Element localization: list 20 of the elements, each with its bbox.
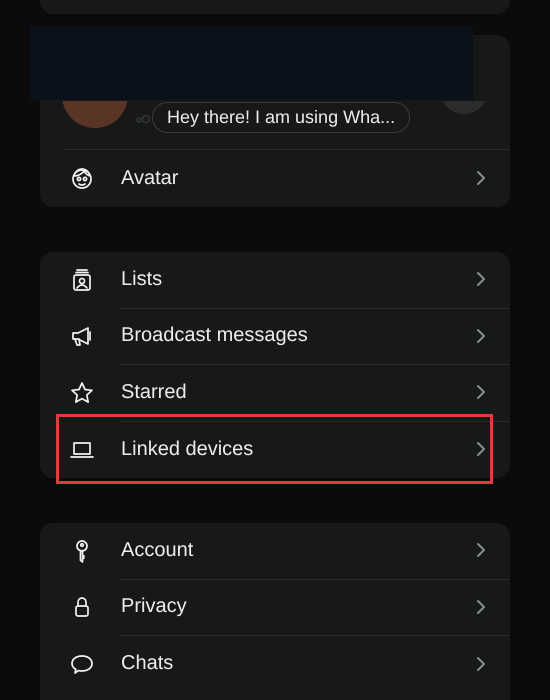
settings-item[interactable]: Linked devices	[121, 421, 510, 478]
settings-item[interactable]: Starred	[121, 364, 510, 422]
chevron-icon	[476, 542, 486, 558]
chevron-icon	[476, 384, 486, 400]
status-bubble[interactable]: Hey there! I am using Wha...	[152, 102, 410, 133]
settings-item[interactable]: Account	[121, 522, 510, 580]
chevron-icon	[476, 441, 486, 458]
settings-item[interactable]: Broadcast messages	[121, 308, 510, 365]
star-icon	[69, 380, 95, 406]
settings-item[interactable]: Lists	[121, 251, 510, 308]
profile-photo[interactable]	[62, 101, 128, 128]
chevron-icon	[476, 271, 486, 288]
face-icon	[69, 165, 95, 192]
settings-item[interactable]: Privacy	[121, 578, 510, 636]
chevron-icon	[476, 328, 486, 344]
chevron-icon	[476, 656, 486, 672]
chevron-icon	[476, 598, 486, 615]
settings-item[interactable]: Avatar	[121, 150, 510, 206]
settings-item[interactable]: Chats	[121, 636, 510, 692]
chevron-icon	[476, 170, 486, 186]
